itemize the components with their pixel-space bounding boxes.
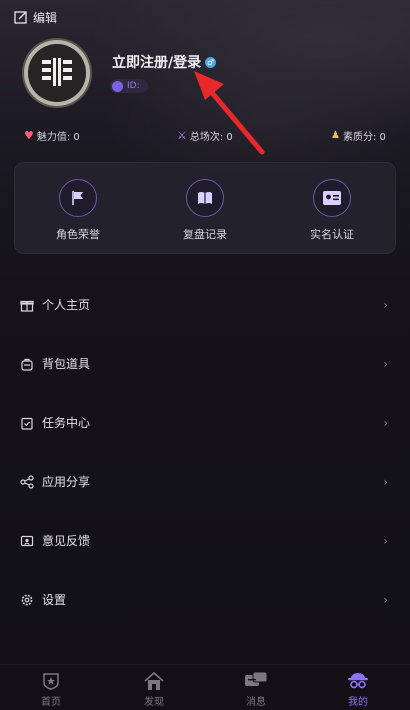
menu-item-task-center[interactable]: 任务中心 › xyxy=(0,393,410,452)
menu-item-label: 背包道具 xyxy=(42,357,91,371)
tab-label: 消息 xyxy=(246,697,266,708)
detective-icon xyxy=(348,673,368,689)
gift-icon xyxy=(20,298,34,312)
backpack-icon xyxy=(20,357,34,371)
gear-icon xyxy=(20,593,34,607)
tab-home[interactable]: 首页 xyxy=(21,671,81,708)
bottom-tab-bar: 首页 发现 消息 我的 xyxy=(0,664,410,710)
settings-menu: 个人主页 › 背包道具 › 任务中心 › 应用分享 › 意见反馈 › 设置 › xyxy=(0,275,410,629)
menu-item-settings[interactable]: 设置 › xyxy=(0,570,410,629)
menu-item-feedback[interactable]: 意见反馈 › xyxy=(0,511,410,570)
clipboard-check-icon xyxy=(20,416,34,430)
tab-messages[interactable]: 消息 xyxy=(226,671,286,708)
menu-item-backpack[interactable]: 背包道具 › xyxy=(0,334,410,393)
menu-item-personal-home[interactable]: 个人主页 › xyxy=(0,275,410,334)
chevron-right-icon: › xyxy=(383,415,388,430)
quick-action-label: 实名认证 xyxy=(310,228,354,241)
tab-mine[interactable]: 我的 xyxy=(328,671,388,708)
chevron-right-icon: › xyxy=(383,592,388,607)
house-icon xyxy=(144,671,164,690)
menu-item-label: 应用分享 xyxy=(42,475,91,489)
chevron-right-icon: › xyxy=(383,297,388,312)
menu-item-label: 任务中心 xyxy=(42,416,91,430)
chevron-right-icon: › xyxy=(383,356,388,371)
tab-label: 发现 xyxy=(144,697,164,708)
menu-item-share[interactable]: 应用分享 › xyxy=(0,452,410,511)
quick-action-label: 复盘记录 xyxy=(183,228,227,241)
quick-action-label: 角色荣誉 xyxy=(56,228,100,241)
share-icon xyxy=(20,474,34,489)
menu-item-label: 意见反馈 xyxy=(42,534,91,548)
home-badge-icon xyxy=(43,673,59,690)
menu-item-label: 设置 xyxy=(42,593,67,607)
chevron-right-icon: › xyxy=(383,474,388,489)
tab-label: 我的 xyxy=(348,697,368,708)
tab-discover[interactable]: 发现 xyxy=(124,671,184,708)
chevron-right-icon: › xyxy=(383,533,388,548)
menu-item-label: 个人主页 xyxy=(42,298,91,312)
tab-label: 首页 xyxy=(41,697,61,708)
message-icon xyxy=(245,671,268,686)
annotation-arrow xyxy=(194,71,265,155)
profile-screen: 编辑 立即注册/登录 ♂ ID: ♥ 魅力值: 0 ⚔ 总场次: 0 ♟ 素质分… xyxy=(0,0,410,710)
feedback-icon xyxy=(20,534,34,548)
